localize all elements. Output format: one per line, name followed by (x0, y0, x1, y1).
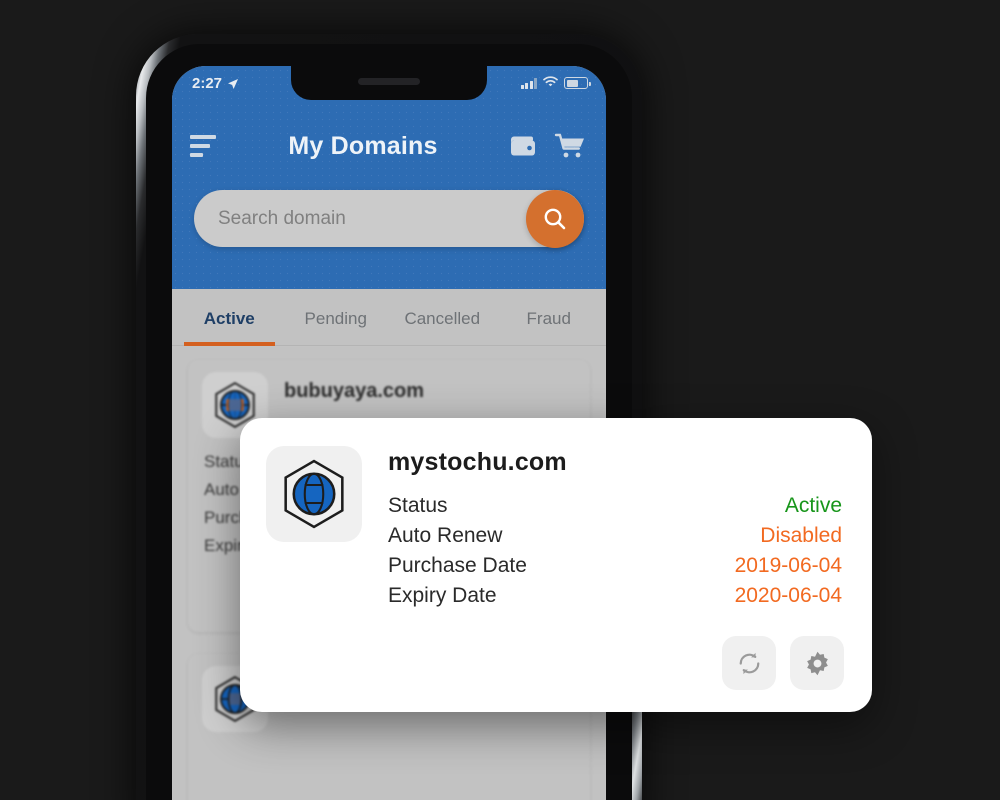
popup-domain-thumbnail (266, 446, 362, 542)
detail-value: 2019-06-04 (734, 554, 842, 577)
wifi-icon (543, 75, 558, 92)
tab-cancelled[interactable]: Cancelled (389, 289, 496, 345)
navbar: My Domains (172, 110, 606, 182)
detail-label: Expiry Date (388, 584, 497, 607)
tab-pending[interactable]: Pending (283, 289, 390, 345)
earpiece-speaker (358, 78, 420, 85)
status-bar-left: 2:27 (192, 75, 239, 92)
detail-label: Status (388, 494, 448, 517)
detail-label: Purchase Date (388, 554, 527, 577)
detail-row-auto-renew: Auto Renew Disabled (388, 521, 842, 551)
detail-value: Disabled (760, 524, 842, 547)
tab-bar: Active Pending Cancelled Fraud (172, 289, 606, 346)
detail-row-purchase-date: Purchase Date 2019-06-04 (388, 551, 842, 581)
tab-active[interactable]: Active (176, 289, 283, 346)
detail-label: Auto Renew (388, 524, 503, 547)
status-time: 2:27 (192, 74, 223, 92)
renew-button[interactable] (722, 636, 776, 690)
globe-hexagon-icon (284, 459, 344, 529)
search-icon (544, 208, 566, 229)
status-badge: Active (784, 494, 842, 517)
status-bar-right (520, 75, 591, 92)
battery-icon (564, 77, 591, 89)
settings-button[interactable] (790, 636, 844, 690)
detail-row-status: Status Active (388, 491, 842, 521)
location-arrow-icon (227, 77, 239, 89)
detail-value: 2020-06-04 (734, 584, 842, 607)
page-title: My Domains (288, 131, 438, 160)
hamburger-menu-icon[interactable] (190, 135, 218, 157)
search-area: Search domain (172, 189, 606, 248)
wallet-icon[interactable] (508, 133, 538, 159)
popup-detail-rows: Status Active Auto Renew Disabled Purcha… (388, 491, 842, 611)
cellular-signal-icon (520, 77, 537, 89)
popup-domain-name: mystochu.com (388, 448, 567, 476)
navbar-actions (508, 132, 586, 160)
popup-header: mystochu.com Status Active Auto Renew Di… (266, 446, 842, 611)
popup-actions (722, 636, 844, 690)
gear-settings-icon (806, 651, 828, 675)
shopping-cart-icon[interactable] (554, 132, 586, 160)
search-button[interactable] (526, 189, 584, 248)
screenshot-stage: 2:27 My Domains Search domain Active Pen… (0, 0, 1000, 800)
tab-fraud[interactable]: Fraud (496, 289, 603, 345)
domain-name: bubuyaya.com (284, 380, 425, 402)
refresh-renew-icon (739, 652, 759, 674)
phone-notch (291, 66, 487, 100)
detail-row-expiry-date: Expiry Date 2020-06-04 (388, 581, 842, 611)
popup-body: mystochu.com Status Active Auto Renew Di… (388, 446, 842, 611)
search-bar[interactable]: Search domain (194, 189, 584, 248)
domain-detail-popup: mystochu.com Status Active Auto Renew Di… (240, 418, 872, 712)
